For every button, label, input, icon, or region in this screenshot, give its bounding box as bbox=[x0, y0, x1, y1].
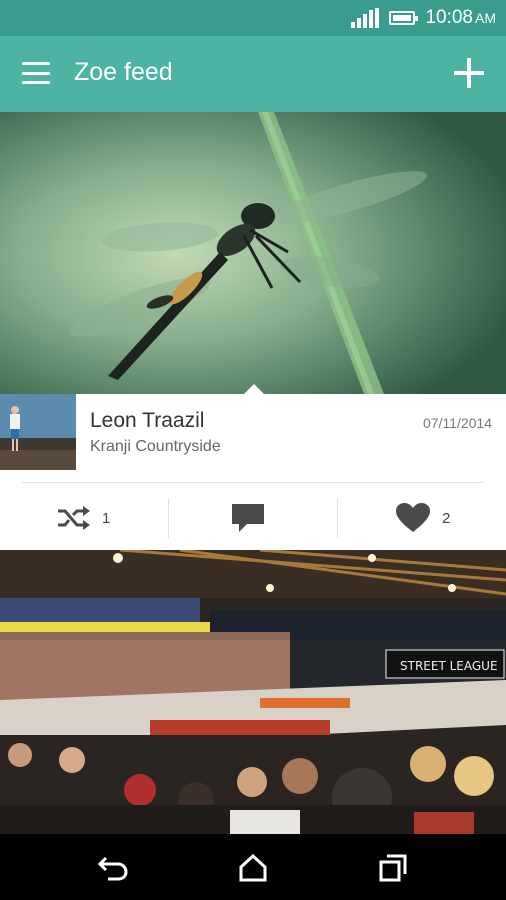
street-league-banner: STREET LEAGUE bbox=[400, 659, 498, 673]
remix-button[interactable]: 1 bbox=[56, 498, 110, 538]
avatar[interactable] bbox=[0, 394, 76, 470]
like-count: 2 bbox=[442, 509, 451, 527]
clock-time: 10:08 bbox=[425, 7, 473, 28]
signal-icon bbox=[351, 8, 380, 28]
comment-button[interactable] bbox=[231, 498, 265, 538]
add-icon[interactable] bbox=[454, 58, 484, 88]
recents-icon[interactable] bbox=[378, 854, 408, 882]
arena-image: STREET LEAGUE bbox=[0, 550, 506, 834]
divider bbox=[22, 482, 484, 483]
back-icon[interactable] bbox=[98, 854, 128, 882]
avatar-image bbox=[0, 394, 76, 470]
post-card: Leon Traazil Kranji Countryside 07/11/20… bbox=[0, 394, 506, 550]
action-bar: Zoe feed bbox=[0, 36, 506, 112]
heart-icon bbox=[396, 503, 430, 532]
status-bar: 10:08 AM bbox=[0, 0, 506, 36]
action-separator bbox=[337, 498, 338, 538]
post-photo[interactable] bbox=[0, 112, 506, 394]
comment-icon bbox=[232, 504, 264, 532]
photo-pointer bbox=[244, 384, 264, 394]
author-name[interactable]: Leon Traazil bbox=[90, 409, 204, 433]
remix-count: 1 bbox=[102, 509, 111, 527]
dragonfly-image bbox=[0, 112, 506, 394]
home-icon[interactable] bbox=[238, 854, 268, 882]
like-button[interactable]: 2 bbox=[396, 498, 450, 538]
post-actions: 1 2 bbox=[0, 498, 506, 538]
clock-ampm: AM bbox=[475, 10, 496, 26]
nav-bar bbox=[0, 834, 506, 900]
shuffle-icon bbox=[58, 506, 90, 530]
post-location: Kranji Countryside bbox=[90, 438, 221, 455]
status-clock: 10:08 AM bbox=[425, 7, 496, 29]
post-photo[interactable]: STREET LEAGUE bbox=[0, 550, 506, 834]
menu-icon[interactable] bbox=[22, 62, 50, 84]
action-separator bbox=[168, 498, 169, 538]
battery-icon bbox=[389, 11, 419, 25]
page-title: Zoe feed bbox=[74, 58, 173, 86]
post-date: 07/11/2014 bbox=[422, 415, 492, 431]
